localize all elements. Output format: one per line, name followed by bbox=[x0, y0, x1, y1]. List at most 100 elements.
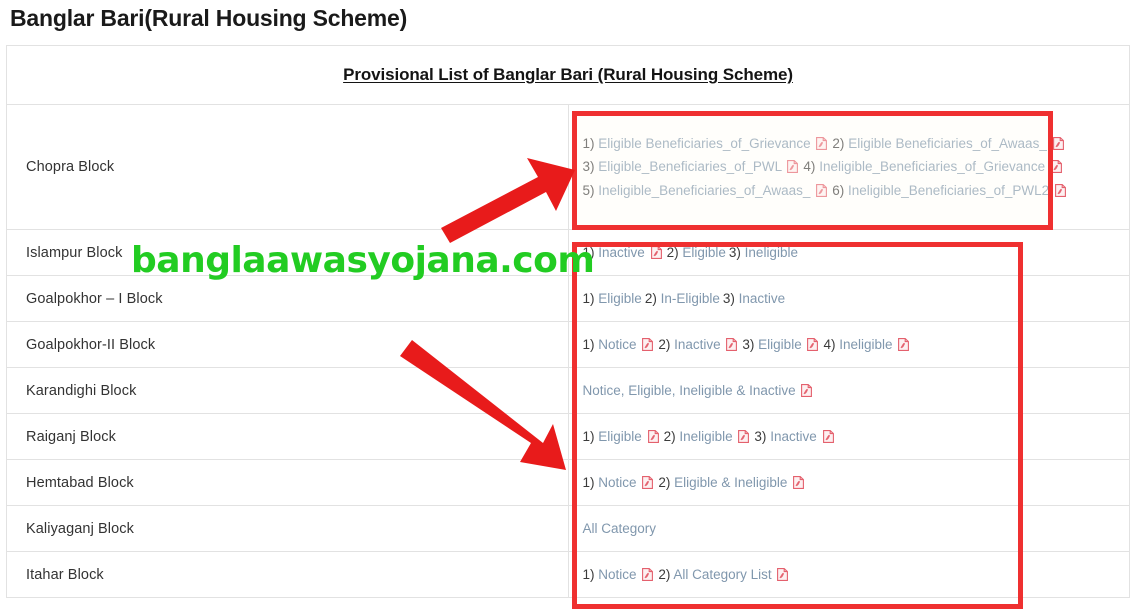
link-index: 2) bbox=[644, 290, 657, 306]
document-link[interactable]: Eligible Beneficiaries_of_Grievance bbox=[598, 136, 810, 151]
block-name-cell: Itahar Block bbox=[6, 551, 569, 598]
pdf-file-icon[interactable] bbox=[1052, 136, 1064, 150]
block-links-list: 1) Eligible 2) In-Eligible 3) Inactive bbox=[569, 279, 1130, 319]
table-row: Hemtabad Block 1) Notice 2) Eligible & In… bbox=[6, 459, 1130, 506]
table-row: Goalpokhor – I Block 1) Eligible 2) In-El… bbox=[6, 275, 1130, 322]
link-index: 1) bbox=[582, 474, 595, 490]
block-links-line: All Category bbox=[583, 517, 1120, 541]
block-links-list: 1) Inactive 2) Eligible 3) Ineligible bbox=[569, 233, 1130, 273]
document-link[interactable]: Ineligible_Beneficiaries_of_Grievance bbox=[819, 159, 1045, 174]
document-link[interactable]: Eligible Beneficiaries_of_Awaas_ bbox=[848, 136, 1047, 151]
document-link[interactable]: Ineligible_Beneficiaries_of_Awaas_ bbox=[598, 183, 810, 198]
block-links-line: 1) Eligible Beneficiaries_of_Grievance 2… bbox=[583, 132, 1120, 156]
link-index: 4) bbox=[803, 159, 816, 175]
block-links-list: Notice, Eligible, Ineligible & Inactive bbox=[569, 371, 1130, 411]
document-link[interactable]: Inactive bbox=[770, 429, 817, 444]
link-index: 2) bbox=[663, 428, 676, 444]
link-index: 1) bbox=[582, 290, 595, 306]
block-links-line: 1) Eligible 2) In-Eligible 3) Inactive bbox=[583, 287, 1120, 311]
document-link[interactable]: Notice bbox=[598, 567, 636, 582]
pdf-file-icon[interactable] bbox=[647, 429, 659, 443]
pdf-file-icon[interactable] bbox=[898, 337, 910, 351]
document-link[interactable]: Notice, Eligible, Ineligible & Inactive bbox=[583, 383, 796, 398]
document-link[interactable]: Eligible bbox=[758, 337, 802, 352]
block-links-cell: 1) Eligible Beneficiaries_of_Grievance 2… bbox=[567, 104, 1130, 230]
pdf-file-icon[interactable] bbox=[1050, 160, 1062, 174]
pdf-file-icon[interactable] bbox=[726, 337, 738, 351]
site-watermark: banglaawasyojana.com bbox=[131, 240, 595, 281]
block-name-label: Goalpokhor – I Block bbox=[26, 290, 163, 307]
block-links-line: 1) Notice 2) Eligible & Ineligible bbox=[583, 471, 1120, 495]
document-link[interactable]: All Category bbox=[583, 521, 657, 536]
link-index: 3) bbox=[722, 290, 735, 306]
block-name-label: Itahar Block bbox=[26, 566, 104, 583]
link-index: 4) bbox=[823, 336, 836, 352]
pdf-file-icon[interactable] bbox=[816, 136, 828, 150]
link-index: 2) bbox=[658, 336, 671, 352]
link-index: 2) bbox=[666, 244, 679, 260]
pdf-file-icon[interactable] bbox=[642, 567, 654, 581]
block-name-cell: Goalpokhor – I Block bbox=[6, 275, 569, 322]
link-index: 1) bbox=[582, 428, 595, 444]
block-name-label: Raiganj Block bbox=[26, 428, 116, 445]
table-header-row: Provisional List of Banglar Bari (Rural … bbox=[6, 45, 1130, 105]
pdf-file-icon[interactable] bbox=[738, 429, 750, 443]
pdf-file-icon[interactable] bbox=[650, 245, 662, 259]
link-index: 1) bbox=[582, 336, 595, 352]
block-name-label: Karandighi Block bbox=[26, 382, 137, 399]
table-header-text: Provisional List of Banglar Bari (Rural … bbox=[343, 65, 793, 84]
provisional-list-table-wrap: Provisional List of Banglar Bari (Rural … bbox=[6, 45, 1130, 598]
table-header-cell: Provisional List of Banglar Bari (Rural … bbox=[6, 45, 1130, 105]
document-link[interactable]: Ineligible_Beneficiaries_of_PWL2 bbox=[848, 183, 1049, 198]
document-link[interactable]: Inactive bbox=[674, 337, 721, 352]
block-name-cell: Kaliyaganj Block bbox=[6, 505, 569, 552]
pdf-file-icon[interactable] bbox=[822, 429, 834, 443]
document-link[interactable]: Eligible & Ineligible bbox=[674, 475, 787, 490]
document-link[interactable]: Ineligible bbox=[679, 429, 732, 444]
pdf-file-icon[interactable] bbox=[801, 383, 813, 397]
pdf-file-icon[interactable] bbox=[1054, 183, 1066, 197]
document-link[interactable]: Ineligible bbox=[745, 245, 798, 260]
table-row: Chopra Block 1) Eligible Beneficiaries_of… bbox=[6, 104, 1130, 230]
link-index: 1) bbox=[582, 566, 595, 582]
block-name-cell: Hemtabad Block bbox=[6, 459, 569, 506]
document-link[interactable]: Eligible_Beneficiaries_of_PWL bbox=[598, 159, 781, 174]
block-links-line: Notice, Eligible, Ineligible & Inactive bbox=[583, 379, 1120, 403]
document-link[interactable]: Ineligible bbox=[839, 337, 892, 352]
pdf-file-icon[interactable] bbox=[642, 337, 654, 351]
pdf-file-icon[interactable] bbox=[793, 475, 805, 489]
document-link[interactable]: Notice bbox=[598, 475, 636, 490]
pdf-file-icon[interactable] bbox=[807, 337, 819, 351]
block-links-cell: Notice, Eligible, Ineligible & Inactive bbox=[567, 367, 1130, 414]
document-link[interactable]: Inactive bbox=[739, 291, 786, 306]
document-link[interactable]: Eligible bbox=[682, 245, 726, 260]
document-link[interactable]: In-Eligible bbox=[661, 291, 720, 306]
link-index: 3) bbox=[728, 244, 741, 260]
block-links-line: 1) Eligible 2) Ineligible 3) Inactive bbox=[583, 425, 1120, 449]
block-links-line: 1) Notice 2) Inactive 3) Eligible 4) Ine… bbox=[583, 333, 1120, 357]
block-links-line: 1) Inactive 2) Eligible 3) Ineligible bbox=[583, 241, 1120, 265]
document-link[interactable]: Eligible bbox=[598, 291, 642, 306]
pdf-file-icon[interactable] bbox=[816, 183, 828, 197]
link-index: 2) bbox=[832, 135, 845, 151]
block-links-line: 3) Eligible_Beneficiaries_of_PWL 4) Inel… bbox=[583, 155, 1120, 179]
block-name-label: Chopra Block bbox=[26, 159, 115, 175]
link-index: 1) bbox=[582, 135, 595, 151]
block-links-line: 1) Notice 2) All Category List bbox=[583, 563, 1120, 587]
pdf-file-icon[interactable] bbox=[787, 160, 799, 174]
document-link[interactable]: All Category List bbox=[673, 567, 771, 582]
block-name-cell: Raiganj Block bbox=[6, 413, 569, 460]
block-links-list: 1) Notice 2) Eligible & Ineligible bbox=[569, 463, 1130, 503]
link-index: 3) bbox=[742, 336, 755, 352]
table-row: Karandighi Block Notice, Eligible, Inelig… bbox=[6, 367, 1130, 414]
block-links-cell: 1) Eligible 2) In-Eligible 3) Inactive bbox=[567, 275, 1130, 322]
block-links-list: 1) Eligible Beneficiaries_of_Grievance 2… bbox=[569, 124, 1130, 211]
block-links-cell: 1) Notice 2) All Category List bbox=[567, 551, 1130, 598]
pdf-file-icon[interactable] bbox=[642, 475, 654, 489]
document-link[interactable]: Inactive bbox=[598, 245, 645, 260]
block-name-label: Hemtabad Block bbox=[26, 474, 134, 491]
document-link[interactable]: Notice bbox=[598, 337, 636, 352]
block-links-list: 1) Notice 2) Inactive 3) Eligible 4) Ine… bbox=[569, 325, 1130, 365]
document-link[interactable]: Eligible bbox=[598, 429, 642, 444]
pdf-file-icon[interactable] bbox=[777, 567, 789, 581]
